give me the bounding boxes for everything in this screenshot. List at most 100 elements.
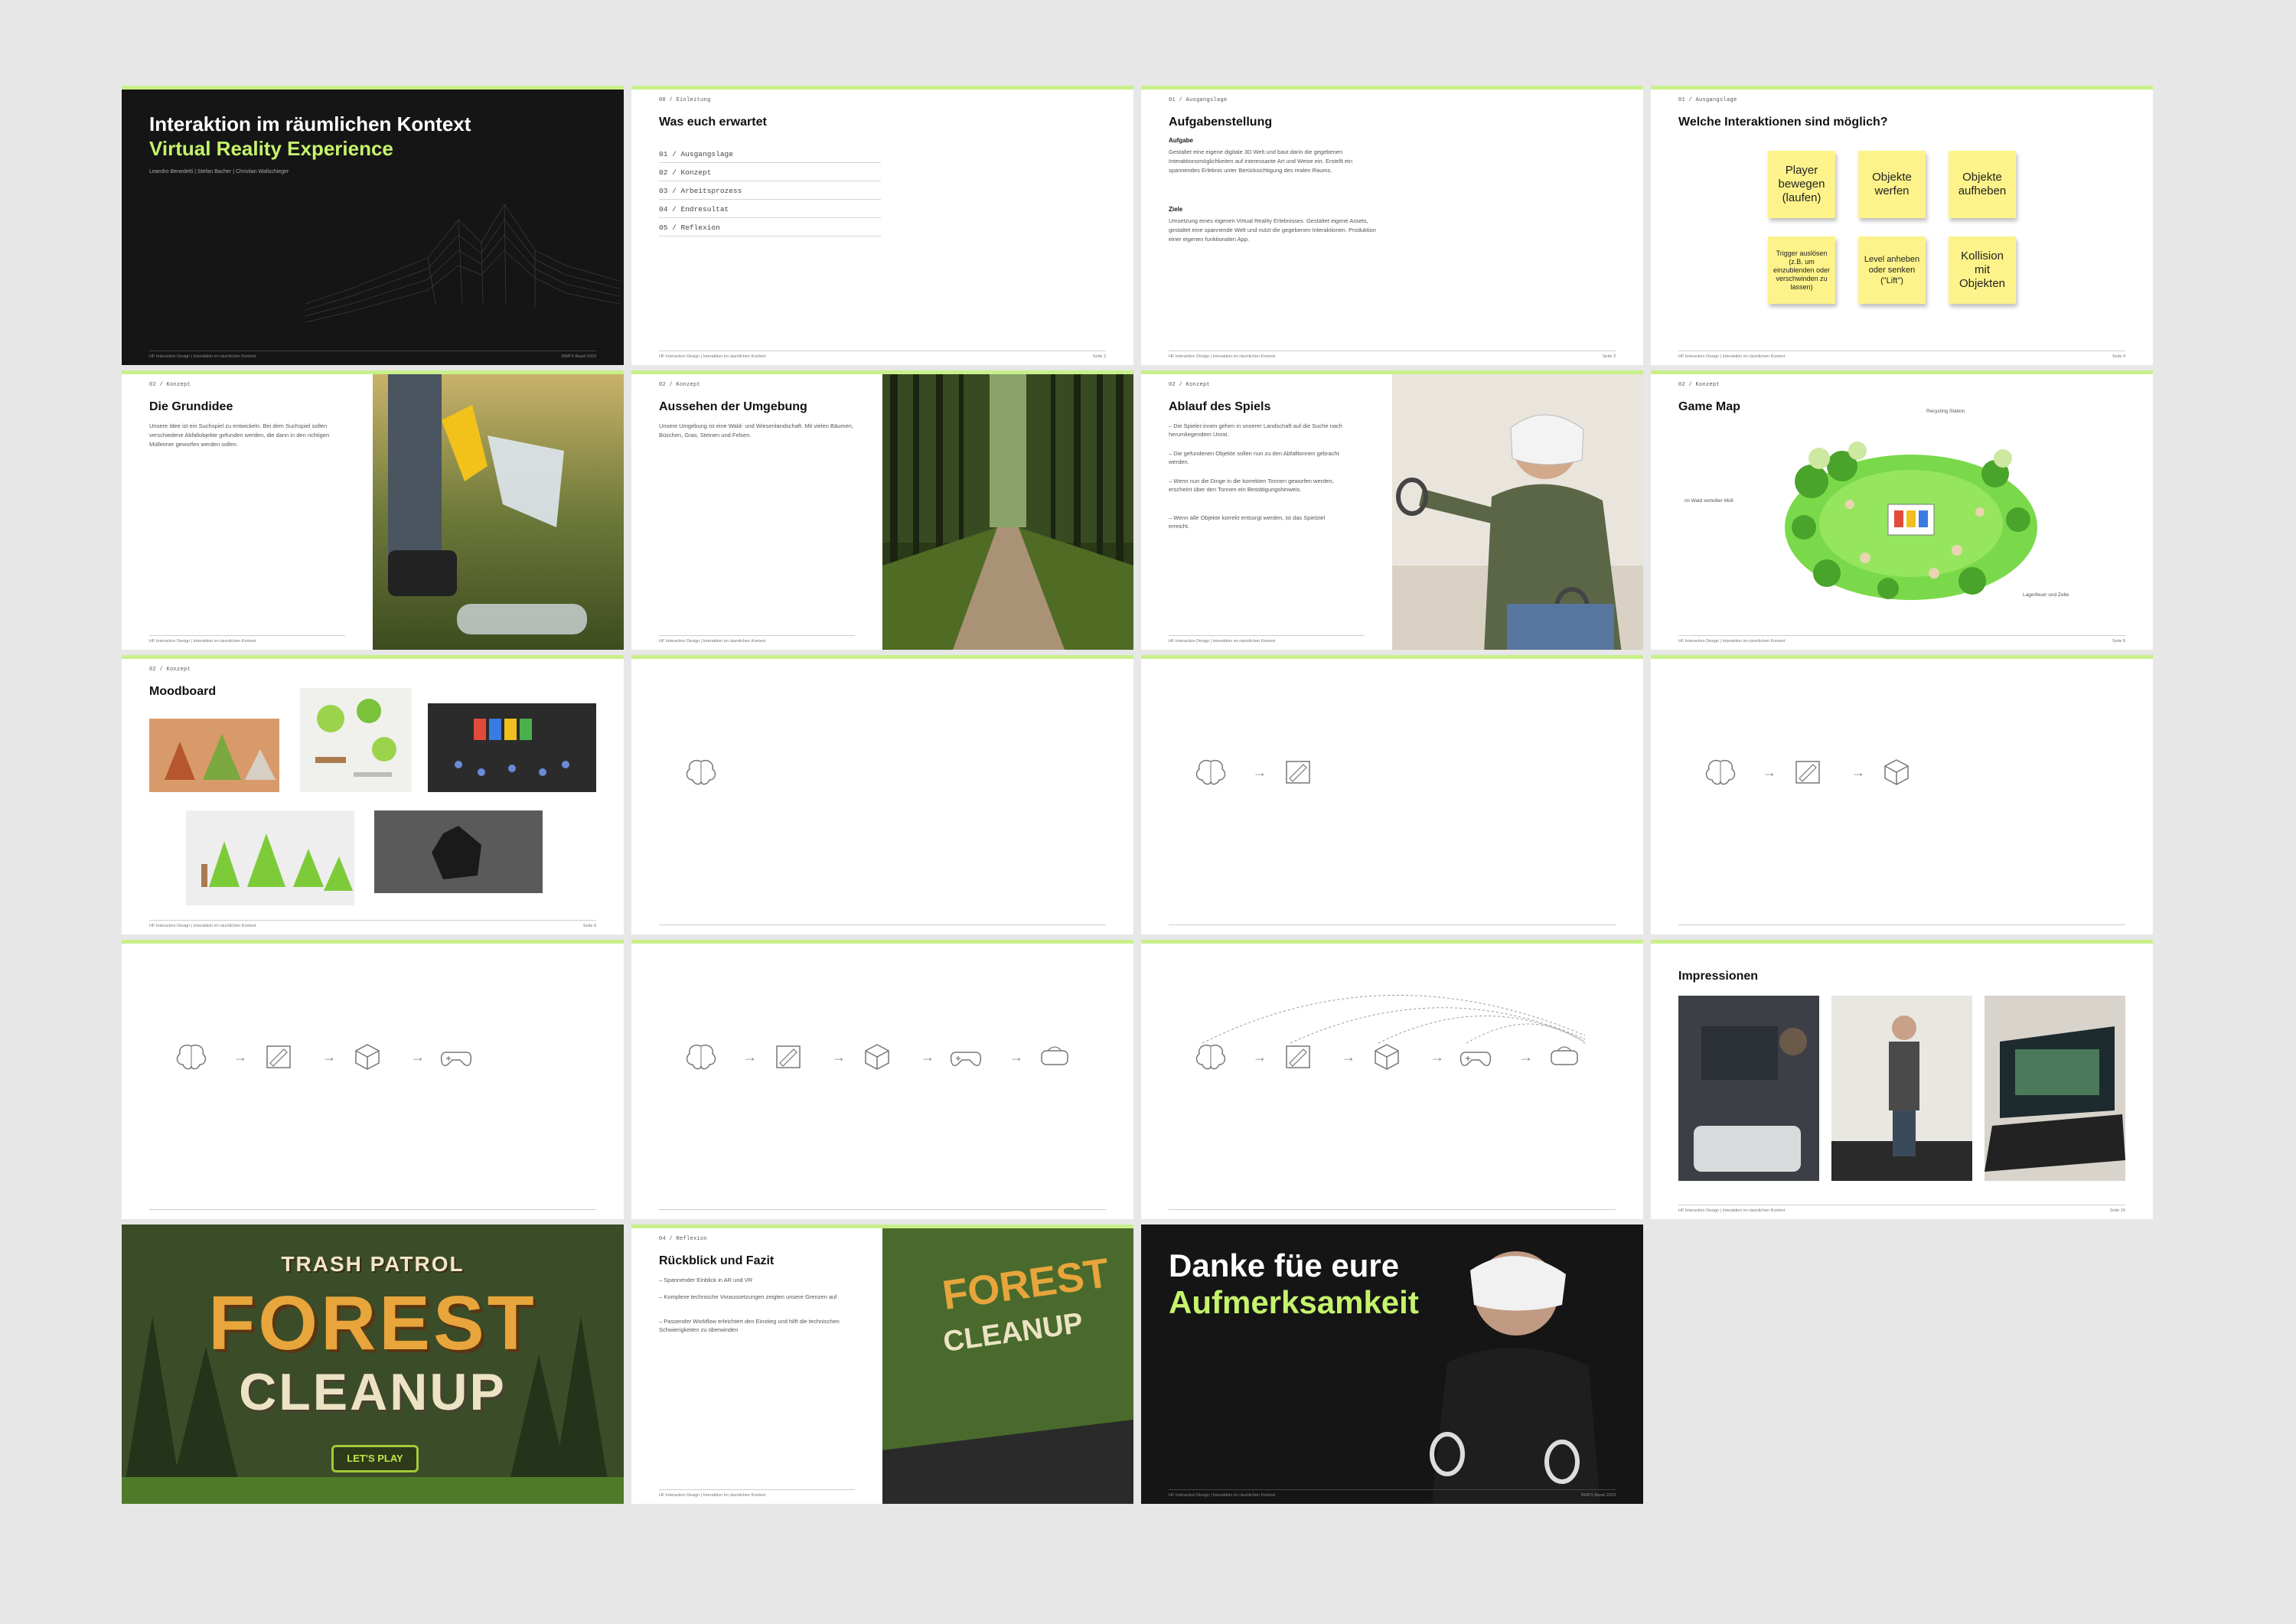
slide-impressionen[interactable]: Impressionen HF Interaction Design | Int… <box>1651 940 2153 1219</box>
agenda-item: 03 / Arbeitsprozess <box>659 181 881 200</box>
gamepad-icon <box>1459 1052 1492 1067</box>
slide-category: 01 / Ausgangslage <box>1169 97 1228 103</box>
slide-body: Unsere Idee ist ein Suchspiel zu entwick… <box>149 422 330 448</box>
slide-footer: HF Interaction Design | Interaktion im r… <box>1678 1205 2125 1213</box>
step-unity <box>924 1042 1008 1078</box>
gamepad-icon <box>440 1052 472 1067</box>
slide-vorgehen-5[interactable]: → → → → <box>631 940 1133 1219</box>
slide-title: Die Grundidee <box>149 400 233 413</box>
step-konzept <box>236 1042 321 1078</box>
moodboard-image-lowpoly-trees <box>149 719 279 792</box>
bullet-item: – Die gefundenen Objekte sollen nun zu d… <box>1169 450 1339 465</box>
slide-footer <box>659 925 1106 928</box>
sticky-note: Objekte werfen <box>1858 151 1926 218</box>
slide-title: Welche Interaktionen sind möglich? <box>1678 116 1888 129</box>
map-label-lager: Lagerfeuer und Zelte <box>2023 592 2069 598</box>
slide-category: 02 / Konzept <box>1169 382 1211 388</box>
step-assets <box>325 1042 409 1078</box>
agenda-item: 04 / Endresultat <box>659 200 881 218</box>
slide-footer: HF Interaction Design | Interaktion im r… <box>1169 635 1365 644</box>
slide-footer: HF Interaction Design | Interaktion im r… <box>659 351 1106 359</box>
slide-category: 00 / Einleitung <box>659 97 711 103</box>
moodboard-image-lowpoly-forest <box>186 810 354 905</box>
subheading-ziele: Ziele <box>1169 206 1183 213</box>
brain-icon <box>1195 1045 1226 1070</box>
brain-icon <box>1705 760 1736 785</box>
slide-footer <box>1169 925 1616 928</box>
slide-category: 04 / Reflexion <box>659 1236 708 1242</box>
slide-title: Aussehen der Umgebung <box>659 400 807 413</box>
step-assets <box>835 1042 919 1078</box>
slide-title[interactable]: Interaktion im räumlichen Kontext Virtua… <box>122 86 624 365</box>
slide-game-map[interactable]: 02 / Konzept Game Map Recycling Station … <box>1651 370 2153 650</box>
slide-vorgehen-1[interactable] <box>631 655 1133 934</box>
blueprint-icon <box>266 1045 291 1068</box>
slide-interaktionen[interactable]: 01 / Ausgangslage Welche Interaktionen s… <box>1651 86 2153 365</box>
slide-footer: HF Interaction Design | Interaktion im r… <box>1678 351 2125 359</box>
step-konzept <box>746 1042 830 1078</box>
aufgabe-text: Gestaltet eine eigene digitale 3D Welt u… <box>1169 148 1352 174</box>
step-konzept <box>1256 757 1340 794</box>
slide-grundidee[interactable]: BWFS Basel 2023 02 / Konzept Die Grundid… <box>122 370 624 650</box>
slide-category: 02 / Konzept <box>149 667 191 673</box>
blueprint-icon <box>1795 761 1820 784</box>
thanks-line-2: Aufmerksamkeit <box>1169 1284 1419 1320</box>
photo-laptop-unity <box>1985 996 2125 1181</box>
step-ideen <box>1678 757 1763 794</box>
lets-play-button[interactable]: LET'S PLAY <box>331 1445 419 1472</box>
slide-umgebung[interactable]: 02 / Konzept Aussehen der Umgebung Unser… <box>631 370 1133 650</box>
slide-footer <box>1169 1209 1616 1213</box>
slide-vorgehen-4[interactable]: → → → <box>122 940 624 1219</box>
ziele-text: Umsetzung eines eigenen Virtual Reality … <box>1169 217 1376 243</box>
vr-headset-icon <box>1551 1046 1578 1065</box>
step-assets <box>1345 1042 1429 1078</box>
step-konzept <box>1256 1042 1340 1078</box>
slide-agenda[interactable]: 00 / Einleitung Was euch erwartet 01 / A… <box>631 86 1133 365</box>
blueprint-icon <box>776 1045 801 1068</box>
slide-title: Ablauf des Spiels <box>1169 400 1271 413</box>
vr-headset-icon <box>1041 1046 1068 1065</box>
gamepad-icon <box>950 1052 982 1067</box>
game-map-illustration <box>1785 442 2037 600</box>
slide-danke[interactable]: Danke füe eure Aufmerksamkeit HF Interac… <box>1141 1225 1643 1504</box>
slide-category: 02 / Konzept <box>149 382 191 388</box>
map-label-wald: im Wald verteilter Müll <box>1684 498 1733 504</box>
step-ideen <box>1169 1042 1253 1078</box>
game-brand-top: TRASH PATROL <box>281 1252 465 1276</box>
slide-moodboard[interactable]: 02 / Konzept Moodboard HF Interaction De… <box>122 655 624 934</box>
brain-icon <box>176 1045 207 1070</box>
brain-icon <box>686 1045 716 1070</box>
slide-footer <box>1678 925 2125 928</box>
sticky-note: Kollision mit Objekten <box>1949 236 2016 304</box>
slide-ablauf[interactable]: 02 / Konzept Ablauf des Spiels – Die Spi… <box>1141 370 1643 650</box>
photo-vr-setup <box>1678 996 1819 1181</box>
slide-vorgehen-3[interactable]: → → <box>1651 655 2153 934</box>
slide-footer <box>659 1209 1106 1213</box>
sticky-note: Trigger auslösen (z.B. um einzublenden o… <box>1768 236 1835 304</box>
step-testen <box>1013 1042 1097 1078</box>
slide-vorgehen-loop[interactable]: → → → → <box>1141 940 1643 1219</box>
feedback-loop-arrows <box>1202 994 1586 1044</box>
slide-footer: HF Interaction Design | Interaktion im r… <box>1169 1489 1616 1498</box>
sticky-note: Objekte aufheben <box>1949 151 2016 218</box>
slide-rueckblick[interactable]: 04 / Reflexion Rückblick und Fazit – Spa… <box>631 1225 1133 1504</box>
slide-title: Impressionen <box>1678 970 1759 983</box>
bullet-item: – Spannender Einblick in AR und VR <box>659 1277 753 1283</box>
slide-game-title[interactable]: TRASH PATROL FOREST CLEANUP LET'S PLAY <box>122 1225 624 1504</box>
photo-trash-picking <box>373 374 624 650</box>
title-line-1: Interaktion im räumlichen Kontext <box>149 113 471 135</box>
photo-man-with-vr <box>1394 1225 1643 1504</box>
slide-aufgabenstellung[interactable]: 01 / Ausgangslage Aufgabenstellung Aufga… <box>1141 86 1643 365</box>
bullet-item: – Passender Workflow erleichtert den Ein… <box>659 1318 840 1333</box>
slide-title: Game Map <box>1678 400 1740 413</box>
slide-vorgehen-2[interactable]: → <box>1141 655 1643 934</box>
slide-title: Was euch erwartet <box>659 116 767 129</box>
agenda-item: 01 / Ausgangslage <box>659 145 881 163</box>
step-ideen <box>659 757 743 794</box>
bullet-item: – Wenn nun die Dinge in die korrekten To… <box>1169 478 1334 493</box>
step-ideen <box>1169 757 1253 794</box>
sticky-note: Level anheben oder senken ("Lift") <box>1858 236 1926 304</box>
title-line-2: Virtual Reality Experience <box>149 137 393 160</box>
cube-icon <box>1884 759 1909 785</box>
slide-footer: HF Interaction Design | Interaktion im r… <box>1678 635 2125 644</box>
